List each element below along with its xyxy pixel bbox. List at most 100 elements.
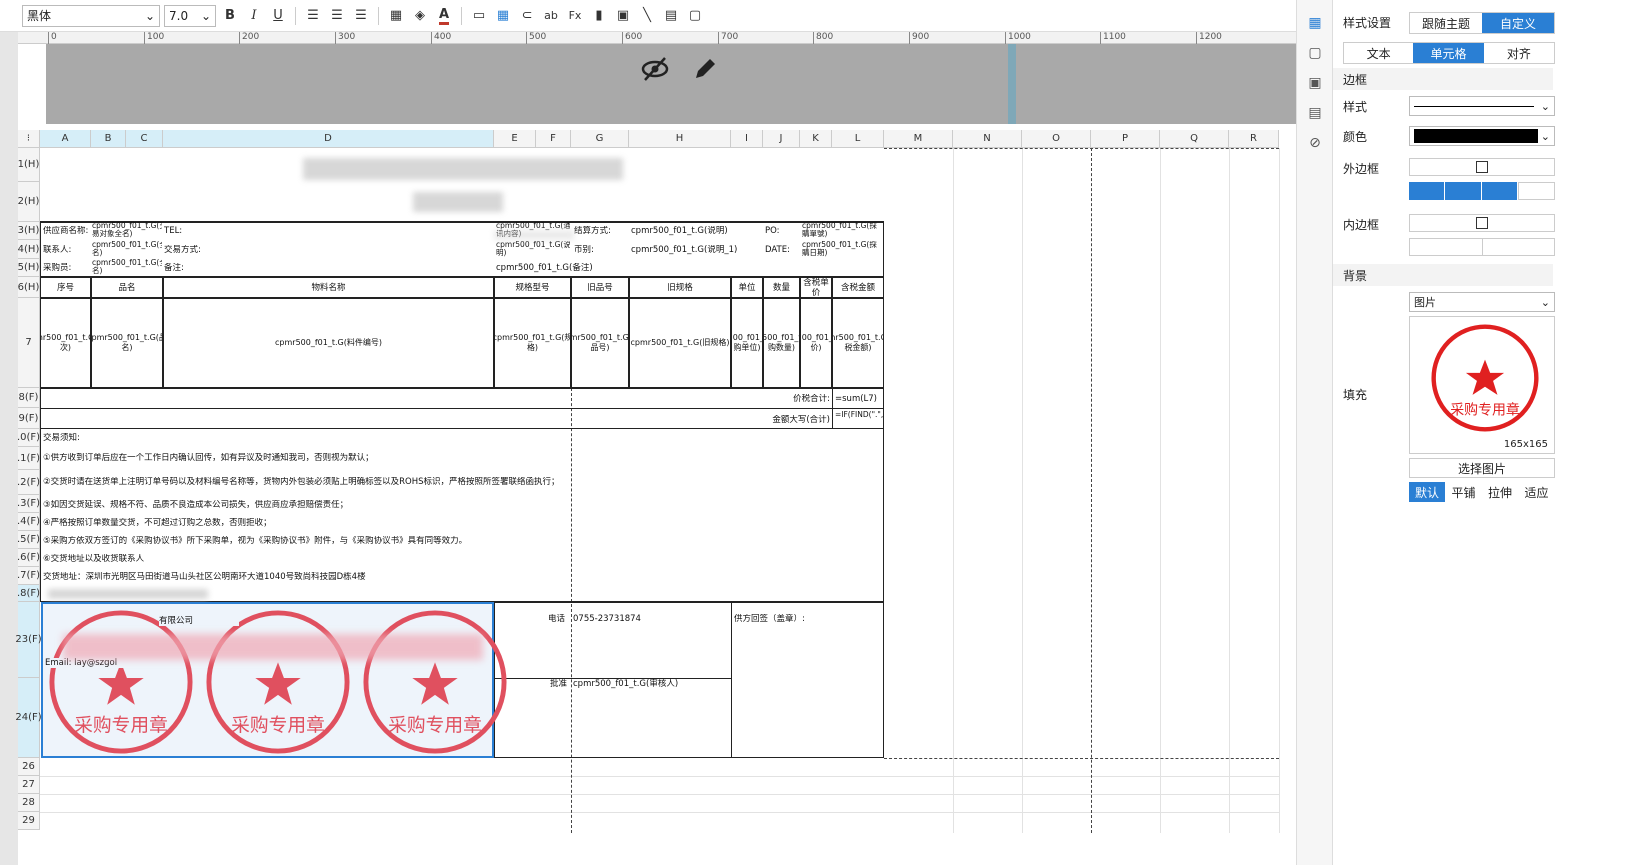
cell-qty[interactable]: cpmr500_f01_t.G(采购数量) [763, 298, 800, 388]
row-header[interactable]: .3(F) [17, 495, 40, 513]
cell-border-icon[interactable]: ▢ [685, 5, 705, 27]
cell-amount[interactable]: cpmr500_f01_t.G(含税金额) [832, 298, 884, 388]
fit-stretch-option[interactable]: 拉伸 [1482, 482, 1518, 502]
condition-icon[interactable]: ▤ [1297, 98, 1333, 128]
element-icon[interactable]: ▢ [1297, 38, 1333, 68]
row-header[interactable]: 4(H) [18, 240, 40, 259]
column-header[interactable]: Q [1160, 130, 1229, 148]
align-right-icon[interactable]: ☰ [351, 5, 371, 27]
row-header[interactable]: 8(F) [18, 388, 40, 408]
header-zone-handle[interactable] [1008, 44, 1016, 124]
cell-spec[interactable]: cpmr500_f01_t.G(规格) [494, 298, 571, 388]
underline-icon[interactable]: U [268, 5, 288, 27]
align-center-icon[interactable]: ☰ [327, 5, 347, 27]
row-header[interactable]: 24(F) [15, 678, 42, 758]
row-header[interactable]: 27 [18, 776, 40, 794]
row-header[interactable]: .8(F) [17, 585, 40, 602]
table-icon[interactable]: ▦ [493, 5, 513, 27]
row-header[interactable]: .4(F) [17, 513, 40, 531]
border-left-icon[interactable] [1445, 182, 1481, 200]
select-all-corner[interactable]: ⁝ [18, 130, 40, 148]
cell-old-spec[interactable]: cpmr500_f01_t.G(旧规格) [629, 298, 731, 388]
row-header[interactable]: .6(F) [17, 549, 40, 567]
follow-theme-option[interactable]: 跟随主题 [1410, 13, 1482, 33]
column-header[interactable]: L [832, 130, 884, 148]
border-horizontal-icon[interactable] [1410, 239, 1483, 255]
column-header[interactable]: D [163, 130, 494, 148]
fit-tile-option[interactable]: 平铺 [1445, 482, 1482, 502]
column-header[interactable]: P [1091, 130, 1160, 148]
outer-border-all-button[interactable] [1409, 158, 1555, 176]
cell-material[interactable]: cpmr500_f01_t.G(料件编号) [163, 298, 494, 388]
chart-icon[interactable]: ▮ [589, 5, 609, 27]
cell-old-no[interactable]: cpmr500_f01_t.G(旧品号) [571, 298, 629, 388]
column-header[interactable]: O [1022, 130, 1091, 148]
frame-icon[interactable]: ▤ [661, 5, 681, 27]
border-icon[interactable]: ▦ [386, 5, 406, 27]
text-icon[interactable]: ab [541, 5, 561, 27]
cell-unit[interactable]: cpmr500_f01_t.G(采购单位) [731, 298, 763, 388]
column-header[interactable]: M [884, 130, 953, 148]
row-header[interactable]: 5(H) [18, 259, 40, 277]
row-header[interactable]: .5(F) [17, 531, 40, 549]
choose-image-button[interactable]: 选择图片 [1409, 458, 1555, 478]
formula-icon[interactable]: Fx [565, 5, 585, 27]
row-header[interactable]: 1(H) [18, 148, 40, 182]
column-header[interactable]: H [629, 130, 731, 148]
row-header[interactable]: .1(F) [17, 447, 40, 470]
total-tax-formula[interactable]: =sum(L7) [835, 394, 883, 404]
inner-border-all-button[interactable] [1409, 214, 1555, 232]
background-type-select[interactable]: 图片 ⌄ [1409, 292, 1555, 312]
row-header[interactable]: 26 [18, 758, 40, 776]
border-color-select[interactable]: ⌄ [1409, 126, 1555, 146]
custom-option[interactable]: 自定义 [1482, 13, 1554, 33]
column-header[interactable]: N [953, 130, 1022, 148]
font-size-select[interactable]: 7.0 ⌄ [164, 4, 216, 27]
border-bottom-icon[interactable] [1481, 182, 1517, 200]
widget-icon[interactable]: ▣ [1297, 68, 1333, 98]
border-vertical-icon[interactable] [1483, 239, 1555, 255]
row-header[interactable]: 9(F) [18, 408, 40, 429]
cell-style-icon[interactable]: ▦ [1297, 8, 1333, 38]
cell-seq[interactable]: cpmr500_f01_t.G(项次) [40, 298, 91, 388]
fill-image-preview[interactable]: 采购专用章 165x165 [1409, 316, 1555, 454]
row-header[interactable]: 29 [18, 812, 40, 830]
row-header[interactable]: .0(F) [17, 429, 40, 447]
row-header[interactable]: 23(F) [15, 602, 42, 678]
fit-default-option[interactable]: 默认 [1409, 482, 1445, 502]
row-header[interactable]: 2(H) [18, 182, 40, 222]
cell-price[interactable]: cpmr500_f01_t.G(单价) [800, 298, 832, 388]
border-style-select[interactable]: ⌄ [1409, 96, 1555, 116]
font-family-select[interactable]: 黑体 ⌄ [22, 4, 160, 27]
hyperlink-icon[interactable]: ⊘ [1297, 128, 1333, 158]
border-top-icon[interactable] [1409, 182, 1445, 200]
row-header[interactable]: 7 [18, 298, 40, 388]
italic-icon[interactable]: I [244, 5, 264, 27]
column-header[interactable]: B [91, 130, 126, 148]
border-right-icon[interactable] [1517, 182, 1555, 200]
tab-align[interactable]: 对齐 [1484, 43, 1554, 63]
pencil-icon[interactable] [690, 54, 720, 84]
row-header[interactable]: 28 [18, 794, 40, 812]
align-left-icon[interactable]: ☰ [303, 5, 323, 27]
selected-stamp-range[interactable]: 采购专用章 采购专用章 采购专用章 有限公司 Email: lay@szgol [41, 602, 507, 758]
column-header[interactable]: A [40, 130, 91, 148]
cell-name[interactable]: cpmr500_f01_t.G(品名) [91, 298, 163, 388]
column-header[interactable]: G [571, 130, 629, 148]
column-header[interactable]: R [1229, 130, 1279, 148]
slash-icon[interactable]: ╲ [637, 5, 657, 27]
font-color-icon[interactable]: A [434, 5, 454, 27]
row-header[interactable]: 3(H) [18, 222, 40, 240]
column-header[interactable]: C [126, 130, 163, 148]
column-header[interactable]: E [494, 130, 536, 148]
bold-icon[interactable]: B [220, 5, 240, 27]
row-header[interactable]: 6(H) [18, 277, 40, 298]
border-section-header[interactable]: 边框 [1333, 68, 1553, 90]
column-header[interactable]: I [731, 130, 763, 148]
fit-fit-option[interactable]: 适应 [1518, 482, 1555, 502]
merge-icon[interactable]: ▭ [469, 5, 489, 27]
eye-off-icon[interactable] [640, 54, 670, 84]
row-header[interactable]: .7(F) [17, 567, 40, 585]
tab-text[interactable]: 文本 [1344, 43, 1413, 63]
image-icon[interactable]: ▣ [613, 5, 633, 27]
